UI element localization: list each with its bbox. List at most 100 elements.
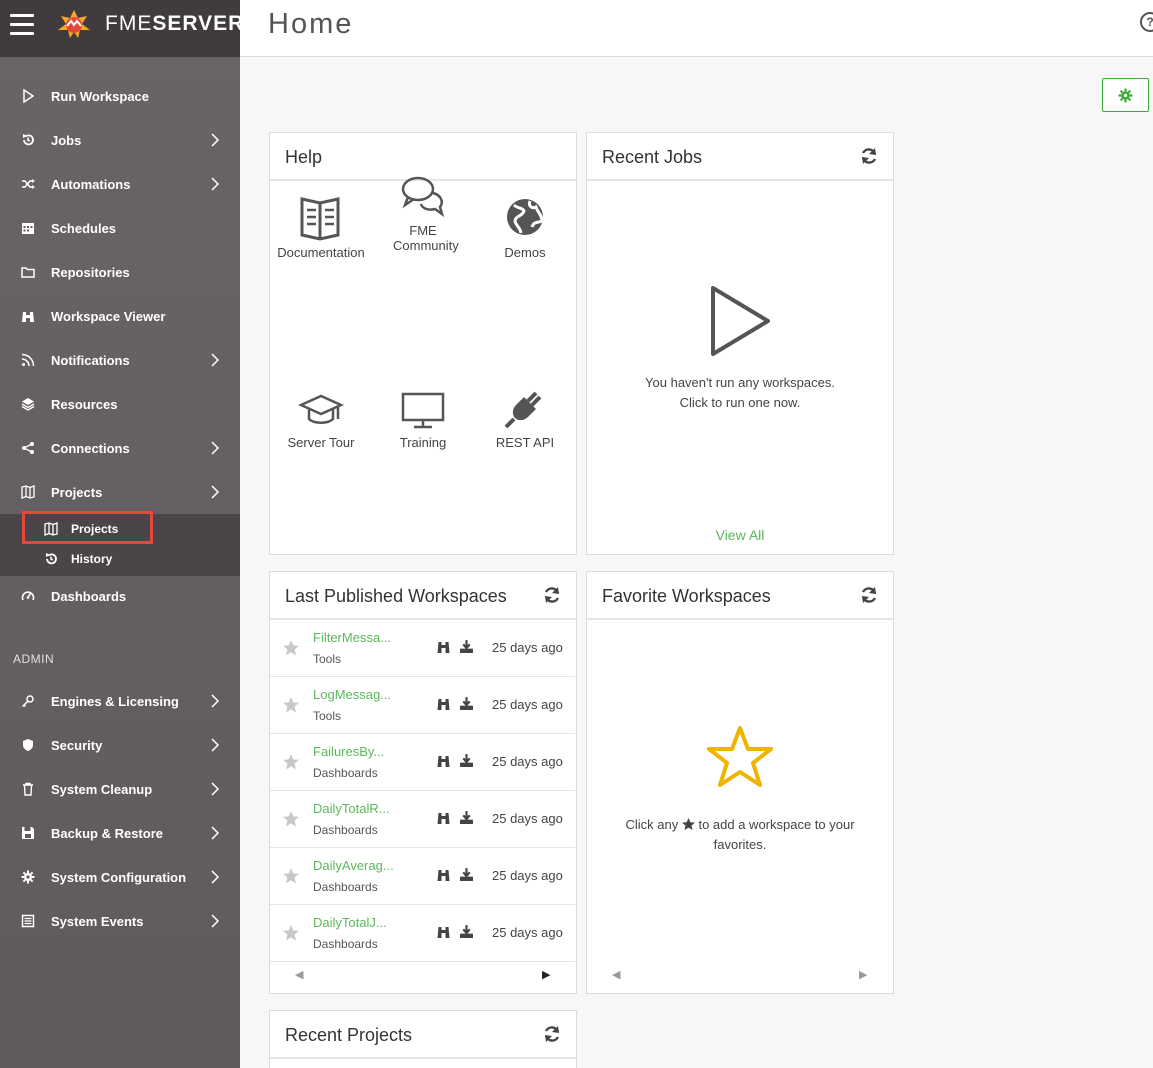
fme-logo-icon bbox=[58, 10, 90, 38]
view-all-link[interactable]: View All bbox=[587, 527, 893, 543]
chevron-right-icon bbox=[211, 782, 220, 796]
nav-label: Run Workspace bbox=[51, 88, 150, 104]
star-icon[interactable] bbox=[282, 810, 300, 828]
nav-run-workspace[interactable]: Run Workspace bbox=[0, 74, 240, 118]
star-icon[interactable] bbox=[282, 753, 300, 771]
panel-title: Last Published Workspaces bbox=[285, 586, 507, 606]
binoculars-icon[interactable] bbox=[436, 697, 451, 711]
download-icon[interactable] bbox=[459, 639, 474, 654]
folder-icon bbox=[20, 264, 36, 280]
nav-projects[interactable]: Projects bbox=[0, 470, 240, 514]
share-icon bbox=[20, 440, 36, 456]
chevron-right-icon bbox=[211, 694, 220, 708]
table-row[interactable]: FilterMessa... Tools 25 days ago bbox=[270, 620, 575, 677]
scroll-right-arrow[interactable]: ▶ bbox=[859, 968, 867, 981]
run-workspace-play-icon[interactable] bbox=[708, 283, 774, 359]
scroll-left-arrow[interactable]: ◀ bbox=[612, 968, 620, 981]
nav-backup-restore[interactable]: Backup & Restore bbox=[0, 811, 240, 855]
workspace-name-link[interactable]: FailuresBy... bbox=[313, 744, 384, 759]
empty-line-2: Click to run one now. bbox=[679, 395, 801, 410]
favorites-empty-message: Click any to add a workspace to your fav… bbox=[587, 815, 893, 855]
binoculars-icon[interactable] bbox=[436, 925, 451, 939]
download-icon[interactable] bbox=[459, 753, 474, 768]
workspace-category: Dashboards bbox=[313, 937, 378, 951]
shuffle-icon bbox=[20, 176, 36, 192]
download-icon[interactable] bbox=[459, 810, 474, 825]
workspace-name-link[interactable]: FilterMessa... bbox=[313, 630, 391, 645]
plug-icon bbox=[504, 391, 542, 429]
nav-repositories[interactable]: Repositories bbox=[0, 250, 240, 294]
tile-label: REST API bbox=[495, 435, 555, 450]
chevron-right-icon bbox=[211, 133, 220, 147]
table-row[interactable]: DailyTotalR... Dashboards 25 days ago bbox=[270, 791, 575, 848]
refresh-icon[interactable] bbox=[542, 1024, 562, 1044]
history-icon bbox=[46, 553, 57, 565]
chat-icon bbox=[401, 176, 445, 218]
star-icon[interactable] bbox=[282, 867, 300, 885]
table-row[interactable]: LogMessag... Tools 25 days ago bbox=[270, 677, 575, 734]
scroll-left-arrow[interactable]: ◀ bbox=[295, 968, 303, 981]
last-published-panel: Last Published Workspaces FilterMessa...… bbox=[269, 571, 577, 994]
download-icon[interactable] bbox=[459, 696, 474, 711]
subnav-history[interactable]: History bbox=[0, 544, 240, 574]
refresh-icon[interactable] bbox=[542, 585, 562, 605]
nav-system-events[interactable]: System Events bbox=[0, 899, 240, 943]
panel-title: Recent Jobs bbox=[602, 147, 703, 167]
nav-label: Resources bbox=[51, 396, 118, 412]
admin-section-label: ADMIN bbox=[13, 652, 55, 666]
nav-schedules[interactable]: Schedules bbox=[0, 206, 240, 250]
help-rest-api[interactable]: REST API bbox=[475, 387, 575, 450]
recent-jobs-empty-message[interactable]: You haven't run any workspaces. Click to… bbox=[587, 373, 893, 413]
gear-icon bbox=[20, 869, 36, 885]
help-server-tour[interactable]: Server Tour bbox=[271, 391, 371, 450]
download-icon[interactable] bbox=[459, 924, 474, 939]
favorite-workspaces-panel: Favorite Workspaces Click any to add a w… bbox=[586, 571, 894, 994]
table-row[interactable]: FailuresBy... Dashboards 25 days ago bbox=[270, 734, 575, 791]
star-icon[interactable] bbox=[282, 639, 300, 657]
chevron-right-icon bbox=[211, 826, 220, 840]
binoculars-icon[interactable] bbox=[436, 754, 451, 768]
refresh-icon[interactable] bbox=[859, 585, 879, 605]
nav-resources[interactable]: Resources bbox=[0, 382, 240, 426]
workspace-name-link[interactable]: DailyTotalR... bbox=[313, 801, 390, 816]
help-icon[interactable]: ? bbox=[1140, 12, 1153, 32]
workspace-name-link[interactable]: DailyTotalJ... bbox=[313, 915, 387, 930]
help-demos[interactable]: Demos bbox=[475, 193, 575, 260]
nav-dashboards[interactable]: Dashboards bbox=[0, 574, 240, 618]
star-icon[interactable] bbox=[282, 696, 300, 714]
help-training[interactable]: Training bbox=[373, 391, 473, 450]
panel-title: Favorite Workspaces bbox=[602, 586, 771, 606]
star-icon[interactable] bbox=[282, 924, 300, 942]
workspace-category: Dashboards bbox=[313, 880, 378, 894]
chevron-right-icon bbox=[211, 870, 220, 884]
nav-system-configuration[interactable]: System Configuration bbox=[0, 855, 240, 899]
nav-notifications[interactable]: Notifications bbox=[0, 338, 240, 382]
refresh-icon[interactable] bbox=[859, 146, 879, 166]
download-icon[interactable] bbox=[459, 867, 474, 882]
help-documentation[interactable]: Documentation bbox=[271, 193, 371, 260]
nav-label: Dashboards bbox=[51, 588, 127, 604]
table-row[interactable]: DailyAverag... Dashboards 25 days ago bbox=[270, 848, 575, 905]
workspace-name-link[interactable]: DailyAverag... bbox=[313, 858, 394, 873]
nav-automations[interactable]: Automations bbox=[0, 162, 240, 206]
dashboard-settings-button[interactable] bbox=[1102, 78, 1149, 112]
binoculars-icon[interactable] bbox=[436, 811, 451, 825]
play-icon bbox=[20, 88, 36, 104]
nav-system-cleanup[interactable]: System Cleanup bbox=[0, 767, 240, 811]
scroll-right-arrow[interactable]: ▶ bbox=[542, 968, 550, 981]
binoculars-icon[interactable] bbox=[436, 868, 451, 882]
hamburger-menu-icon[interactable] bbox=[10, 14, 34, 36]
nav-label: System Cleanup bbox=[51, 781, 153, 797]
nav-jobs[interactable]: Jobs bbox=[0, 118, 240, 162]
tile-label: Demos bbox=[504, 245, 546, 260]
nav-workspace-viewer[interactable]: Workspace Viewer bbox=[0, 294, 240, 338]
nav-security[interactable]: Security bbox=[0, 723, 240, 767]
recent-projects-panel: Recent Projects bbox=[269, 1010, 577, 1068]
nav-label: Engines & Licensing bbox=[51, 693, 179, 709]
table-row[interactable]: DailyTotalJ... Dashboards 25 days ago bbox=[270, 905, 575, 962]
workspace-name-link[interactable]: LogMessag... bbox=[313, 687, 391, 702]
nav-connections[interactable]: Connections bbox=[0, 426, 240, 470]
nav-engines-licensing[interactable]: Engines & Licensing bbox=[0, 679, 240, 723]
help-fme-community[interactable]: FME Community bbox=[373, 175, 473, 253]
binoculars-icon[interactable] bbox=[436, 640, 451, 654]
